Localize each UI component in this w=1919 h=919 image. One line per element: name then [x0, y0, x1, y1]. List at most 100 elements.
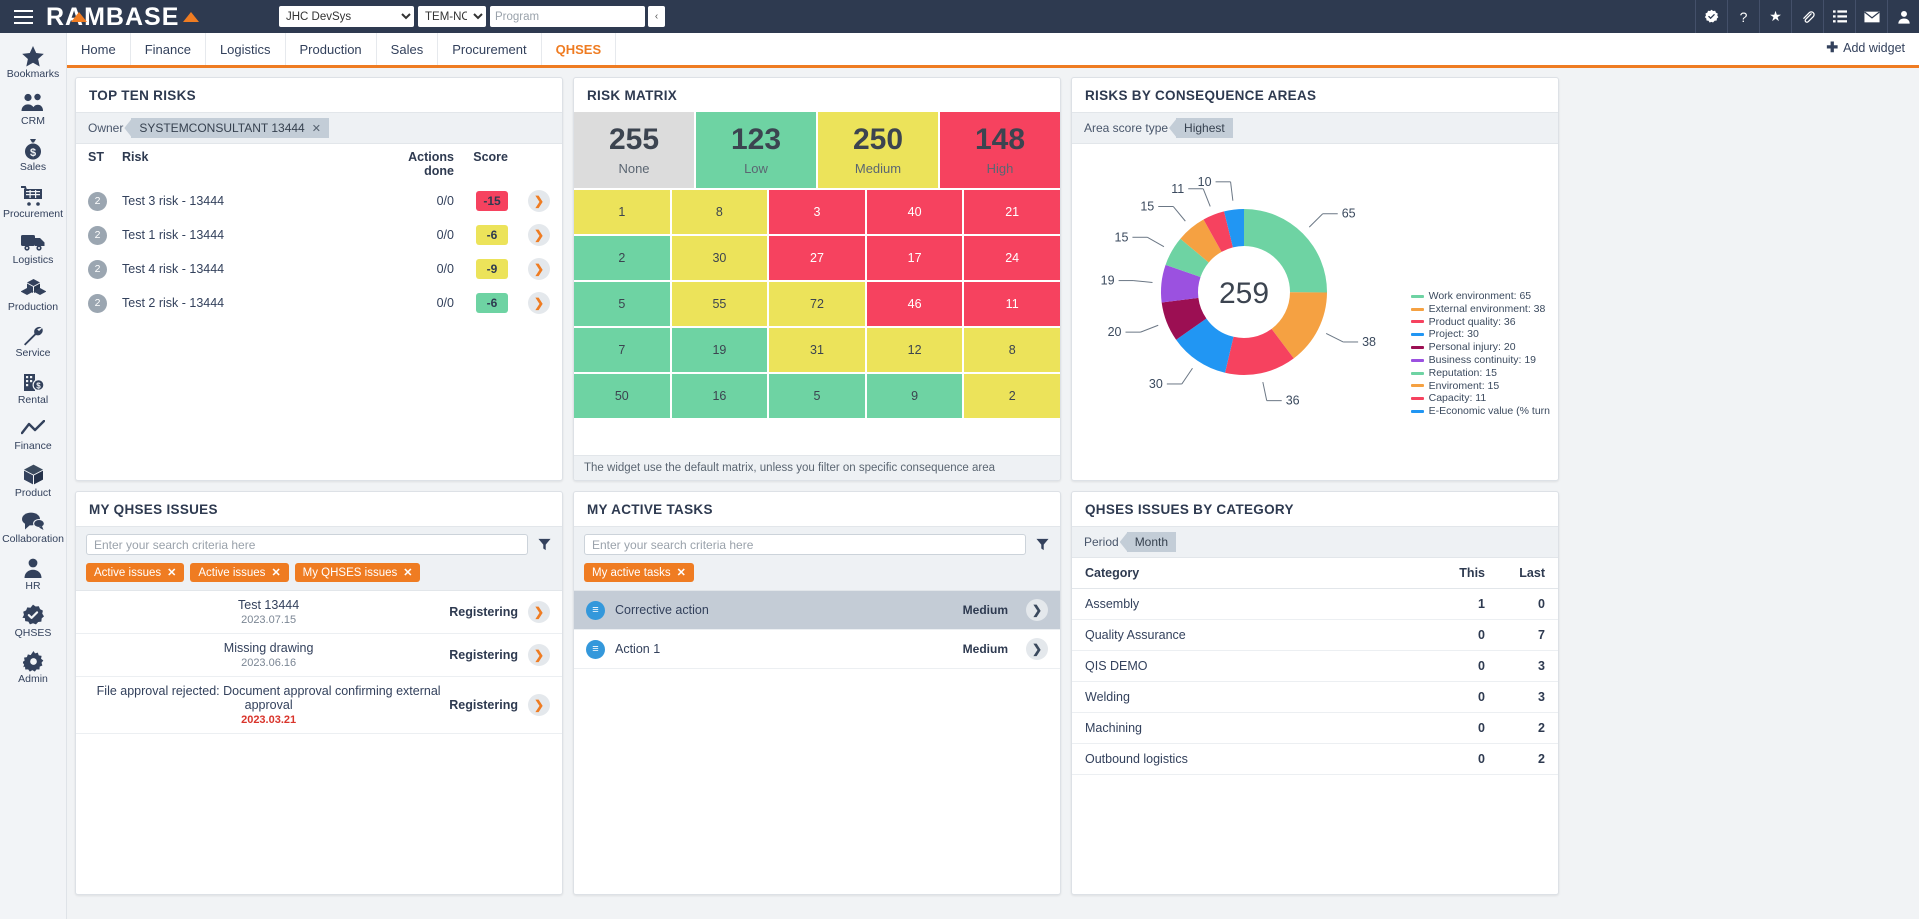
filter-chip-area-score[interactable]: Highest: [1176, 118, 1233, 138]
legend-item[interactable]: Personal injury: 20: [1411, 341, 1550, 354]
sidebar-item-qhses[interactable]: QHSES: [0, 598, 67, 645]
risk-matrix-cell[interactable]: 8: [964, 328, 1060, 372]
filter-chip-period[interactable]: Month: [1127, 532, 1176, 552]
search-input[interactable]: [86, 534, 528, 555]
close-icon[interactable]: ✕: [677, 566, 686, 579]
table-row[interactable]: Assembly10: [1072, 589, 1558, 620]
sidebar-item-bookmarks[interactable]: Bookmarks: [0, 39, 67, 86]
risk-matrix-cell[interactable]: 5: [574, 282, 670, 326]
sidebar-item-procurement[interactable]: Procurement: [0, 179, 67, 226]
hamburger-menu-icon[interactable]: [0, 10, 46, 24]
table-row[interactable]: QIS DEMO03: [1072, 651, 1558, 682]
legend-item[interactable]: Project: 30: [1411, 328, 1550, 341]
risk-matrix-cell[interactable]: 9: [867, 374, 963, 418]
risk-matrix-cell[interactable]: 72: [769, 282, 865, 326]
attachment-icon[interactable]: [1791, 0, 1823, 33]
risk-matrix-cell[interactable]: 46: [867, 282, 963, 326]
sidebar-item-hr[interactable]: HR: [0, 551, 67, 598]
favorites-star-icon[interactable]: ★: [1759, 0, 1791, 33]
open-row-button[interactable]: ❯: [1026, 599, 1048, 621]
legend-item[interactable]: Capacity: 11: [1411, 392, 1550, 405]
risk-matrix-cell[interactable]: 2: [964, 374, 1060, 418]
open-row-button[interactable]: ❯: [528, 694, 550, 716]
tab-qhses[interactable]: QHSES: [542, 33, 617, 65]
legend-item[interactable]: External environment: 38: [1411, 303, 1550, 316]
sidebar-item-admin[interactable]: Admin: [0, 644, 67, 691]
list-icon[interactable]: [1823, 0, 1855, 33]
add-widget-button[interactable]: ✚ Add widget: [1826, 39, 1905, 56]
close-icon[interactable]: ✕: [312, 122, 321, 135]
open-row-button[interactable]: ❯: [528, 224, 550, 246]
company-select[interactable]: JHC DevSys: [279, 6, 414, 27]
sidebar-item-production[interactable]: Production: [0, 272, 67, 319]
legend-item[interactable]: Reputation: 15: [1411, 367, 1550, 380]
table-row[interactable]: Outbound logistics02: [1072, 744, 1558, 775]
help-icon[interactable]: ?: [1727, 0, 1759, 33]
risk-matrix-cell[interactable]: 8: [672, 190, 768, 234]
sidebar-item-logistics[interactable]: Logistics: [0, 225, 67, 272]
tem-select[interactable]: TEM-NO: [418, 6, 486, 27]
sidebar-item-product[interactable]: Product: [0, 458, 67, 505]
mail-icon[interactable]: [1855, 0, 1887, 33]
table-row[interactable]: 2Test 1 risk - 134440/0-6❯: [76, 218, 562, 252]
tab-procurement[interactable]: Procurement: [438, 33, 541, 65]
legend-item[interactable]: E-Economic value (% turn: [1411, 405, 1550, 418]
risk-summary-cell[interactable]: 148High: [940, 112, 1060, 188]
risk-summary-cell[interactable]: 255None: [574, 112, 694, 188]
list-item[interactable]: File approval rejected: Document approva…: [76, 677, 562, 734]
filter-chip-owner[interactable]: SYSTEMCONSULTANT 13444 ✕: [131, 118, 329, 138]
risk-matrix-cell[interactable]: 31: [769, 328, 865, 372]
tab-finance[interactable]: Finance: [131, 33, 206, 65]
collapse-button[interactable]: ‹: [648, 6, 665, 27]
filter-funnel-icon[interactable]: [536, 538, 552, 551]
list-item[interactable]: Test 134442023.07.15Registering❯: [76, 591, 562, 634]
tab-logistics[interactable]: Logistics: [206, 33, 286, 65]
sidebar-item-crm[interactable]: CRM: [0, 86, 67, 133]
open-row-button[interactable]: ❯: [528, 292, 550, 314]
risk-matrix-cell[interactable]: 21: [964, 190, 1060, 234]
sidebar-item-sales[interactable]: $ Sales: [0, 132, 67, 179]
risk-summary-cell[interactable]: 250Medium: [818, 112, 938, 188]
filter-tag[interactable]: My active tasks✕: [584, 563, 694, 582]
risk-matrix-cell[interactable]: 7: [574, 328, 670, 372]
risk-matrix-cell[interactable]: 5: [769, 374, 865, 418]
sidebar-item-service[interactable]: Service: [0, 318, 67, 365]
sidebar-item-rental[interactable]: $ Rental: [0, 365, 67, 412]
risk-matrix-cell[interactable]: 3: [769, 190, 865, 234]
tab-home[interactable]: Home: [67, 33, 131, 65]
search-input[interactable]: [584, 534, 1026, 555]
tab-production[interactable]: Production: [286, 33, 377, 65]
open-row-button[interactable]: ❯: [528, 601, 550, 623]
open-row-button[interactable]: ❯: [528, 644, 550, 666]
risk-matrix-cell[interactable]: 27: [769, 236, 865, 280]
open-row-button[interactable]: ❯: [1026, 638, 1048, 660]
table-row[interactable]: 2Test 3 risk - 134440/0-15❯: [76, 184, 562, 218]
risk-matrix-cell[interactable]: 50: [574, 374, 670, 418]
program-input[interactable]: [490, 6, 645, 27]
filter-tag[interactable]: Active issues✕: [190, 563, 288, 582]
open-row-button[interactable]: ❯: [528, 190, 550, 212]
filter-tag[interactable]: My QHSES issues✕: [295, 563, 421, 582]
risk-matrix-cell[interactable]: 30: [672, 236, 768, 280]
filter-funnel-icon[interactable]: [1034, 538, 1050, 551]
risk-summary-cell[interactable]: 123Low: [696, 112, 816, 188]
risk-matrix-cell[interactable]: 19: [672, 328, 768, 372]
close-icon[interactable]: ✕: [403, 566, 412, 579]
list-item[interactable]: ≡Corrective actionMedium❯: [574, 591, 1060, 630]
qhses-check-icon[interactable]: [1695, 0, 1727, 33]
table-row[interactable]: Welding03: [1072, 682, 1558, 713]
sidebar-item-collaboration[interactable]: Collaboration: [0, 504, 67, 551]
table-row[interactable]: Machining02: [1072, 713, 1558, 744]
risk-matrix-cell[interactable]: 11: [964, 282, 1060, 326]
legend-item[interactable]: Business continuity: 19: [1411, 354, 1550, 367]
risk-matrix-cell[interactable]: 55: [672, 282, 768, 326]
tab-sales[interactable]: Sales: [377, 33, 439, 65]
legend-item[interactable]: Enviroment: 15: [1411, 380, 1550, 393]
list-item[interactable]: Missing drawing2023.06.16Registering❯: [76, 634, 562, 677]
table-row[interactable]: 2Test 2 risk - 134440/0-6❯: [76, 286, 562, 320]
sidebar-item-finance[interactable]: Finance: [0, 411, 67, 458]
filter-tag[interactable]: Active issues✕: [86, 563, 184, 582]
open-row-button[interactable]: ❯: [528, 258, 550, 280]
risk-matrix-cell[interactable]: 40: [867, 190, 963, 234]
risk-matrix-cell[interactable]: 24: [964, 236, 1060, 280]
